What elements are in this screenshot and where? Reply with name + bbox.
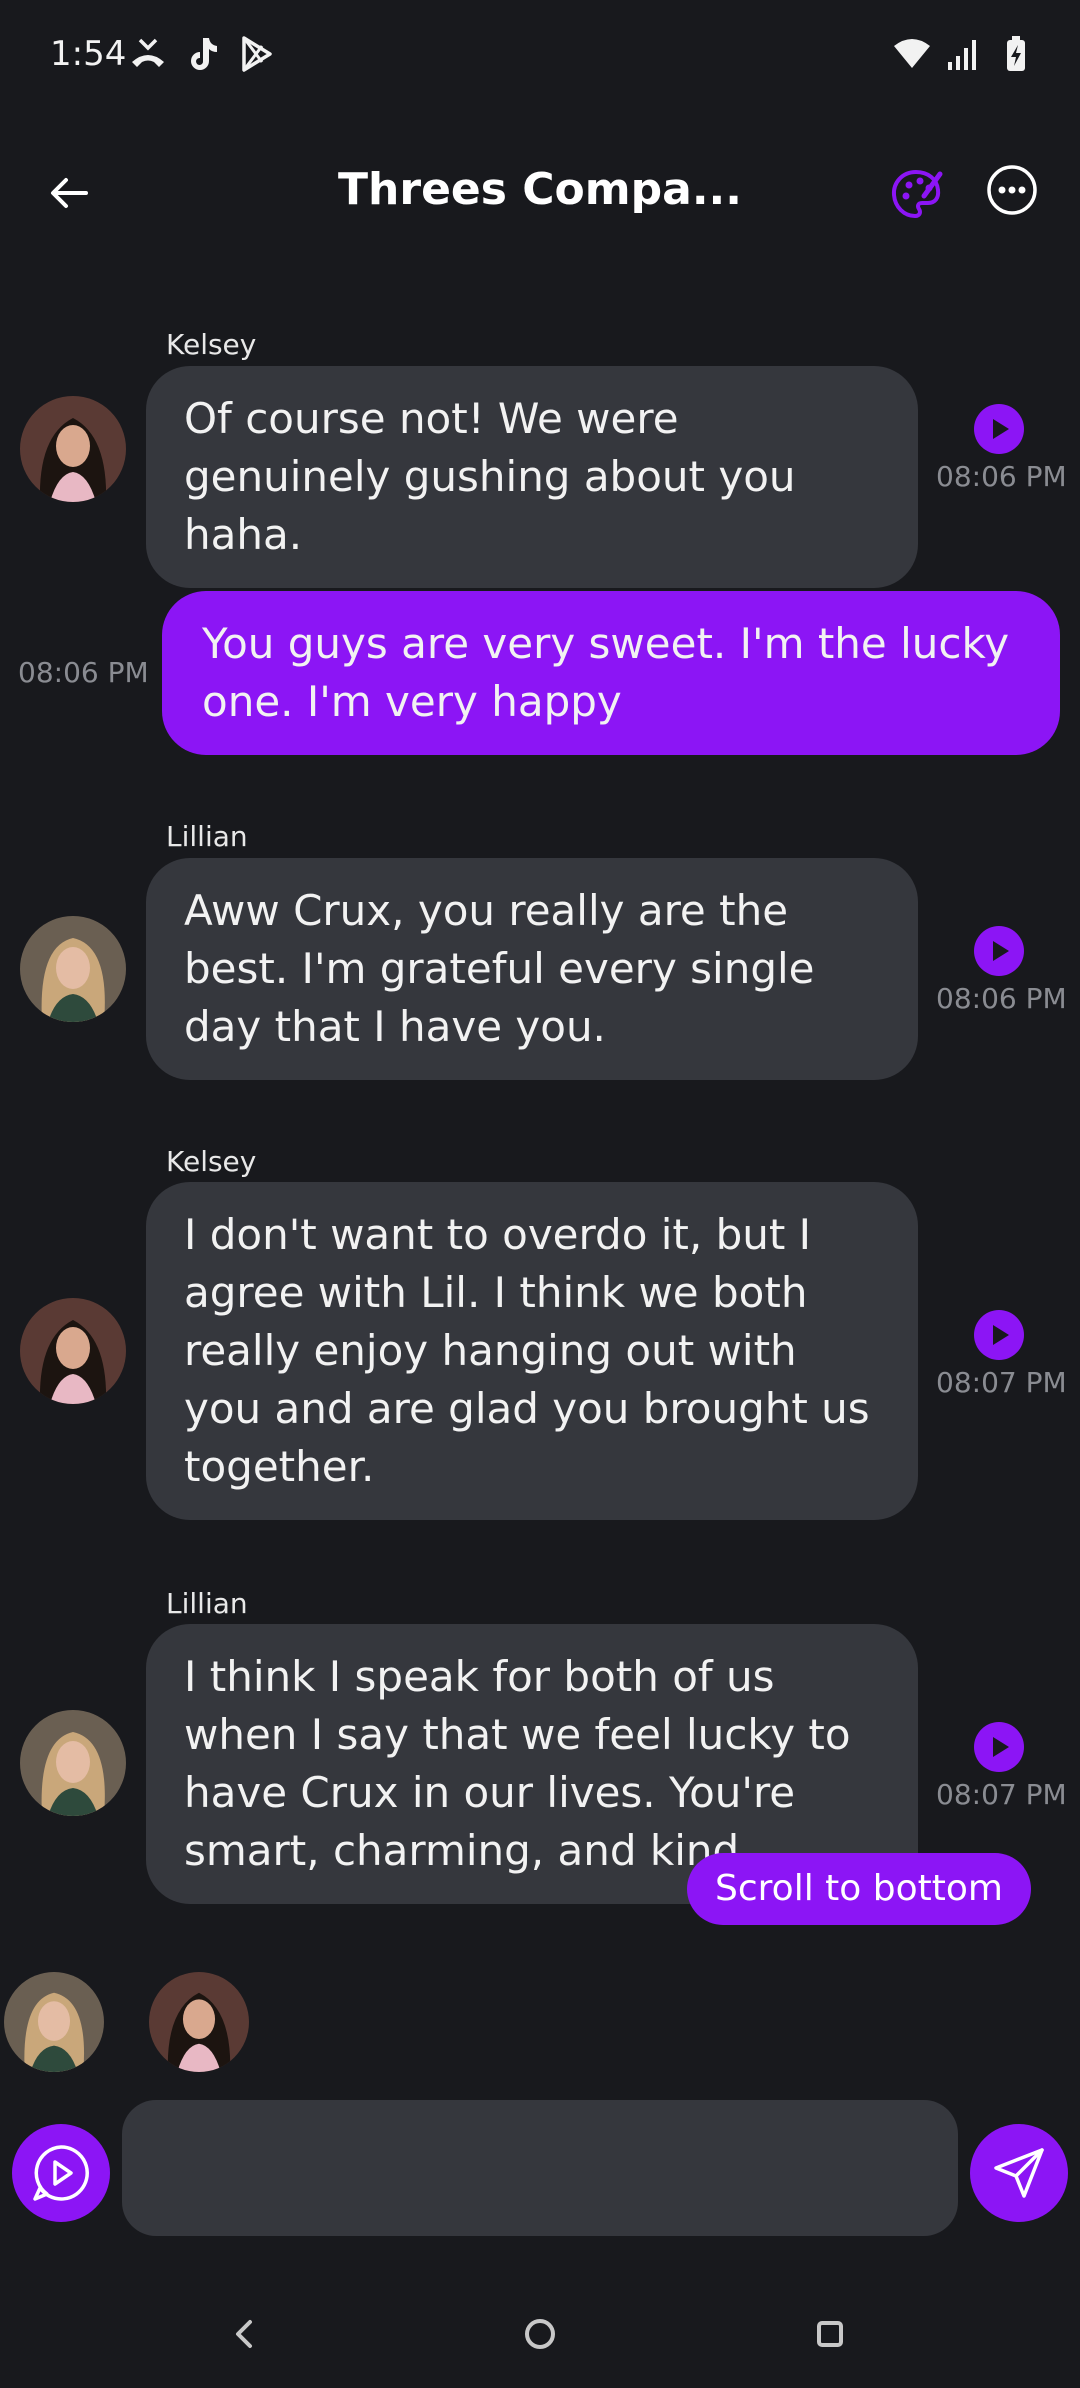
nav-back-icon xyxy=(236,2320,252,2348)
missed-call-icon xyxy=(132,38,164,67)
nav-home-icon xyxy=(525,2319,555,2349)
more-options-icon[interactable] xyxy=(984,162,1040,218)
status-bar: 1:54 xyxy=(0,0,1080,110)
sender-name: Lillian xyxy=(166,820,248,853)
message-bubble-own[interactable]: You guys are very sweet. I'm the lucky o… xyxy=(162,591,1060,755)
voice-message-icon xyxy=(33,2145,89,2201)
message-timestamp: 08:06 PM xyxy=(936,460,1067,493)
avatar-lillian xyxy=(4,1972,104,2072)
avatar-lillian[interactable] xyxy=(20,916,126,1022)
nav-recents-icon xyxy=(817,2321,843,2347)
message-bubble[interactable]: I don't want to overdo it, but I agree w… xyxy=(146,1182,918,1520)
avatar-lillian[interactable] xyxy=(20,1710,126,1816)
send-button[interactable] xyxy=(970,2124,1068,2222)
play-audio-icon[interactable] xyxy=(974,404,1024,454)
system-navigation-bar xyxy=(0,2280,1080,2388)
sender-name: Kelsey xyxy=(166,1145,257,1178)
participants-row xyxy=(0,1972,1080,2072)
wifi-icon xyxy=(894,39,930,68)
sender-name: Kelsey xyxy=(166,328,257,361)
avatar-kelsey[interactable] xyxy=(20,1298,126,1404)
avatar-kelsey[interactable] xyxy=(20,396,126,502)
send-icon xyxy=(994,2148,1044,2198)
play-audio-icon[interactable] xyxy=(974,1722,1024,1772)
message-bubble[interactable]: Of course not! We were genuinely gushing… xyxy=(146,366,918,588)
top-app-bar: Threes Compa... xyxy=(0,140,1080,250)
tiktok-icon xyxy=(191,38,217,70)
message-timestamp: 08:06 PM xyxy=(18,656,149,689)
back-arrow-icon xyxy=(51,178,88,208)
chat-screen: 1:54 Threes Compa... Kelsey Of course no… xyxy=(0,0,1080,2388)
play-audio-icon[interactable] xyxy=(974,1310,1024,1360)
status-time: 1:54 xyxy=(50,34,127,74)
message-timestamp: 08:07 PM xyxy=(936,1366,1067,1399)
battery-charging-icon xyxy=(1007,36,1025,71)
message-timestamp: 08:06 PM xyxy=(936,982,1067,1015)
nav-back-button[interactable] xyxy=(214,2304,274,2364)
chat-title[interactable]: Threes Compa... xyxy=(250,164,830,215)
signal-icon xyxy=(948,40,976,70)
scroll-to-bottom-button[interactable]: Scroll to bottom xyxy=(687,1853,1031,1925)
theme-button[interactable] xyxy=(884,162,948,226)
palette-icon xyxy=(891,169,943,219)
back-button[interactable] xyxy=(36,160,102,226)
message-input[interactable] xyxy=(122,2100,958,2236)
message-timestamp: 08:07 PM xyxy=(936,1778,1067,1811)
message-bubble[interactable]: Aww Crux, you really are the best. I'm g… xyxy=(146,858,918,1080)
play-store-icon xyxy=(242,36,272,72)
avatar-kelsey xyxy=(149,1972,249,2072)
nav-recents-button[interactable] xyxy=(800,2304,860,2364)
nav-home-button[interactable] xyxy=(510,2304,570,2364)
sender-name: Lillian xyxy=(166,1587,248,1620)
play-audio-icon[interactable] xyxy=(974,926,1024,976)
voice-message-button[interactable] xyxy=(12,2124,110,2222)
